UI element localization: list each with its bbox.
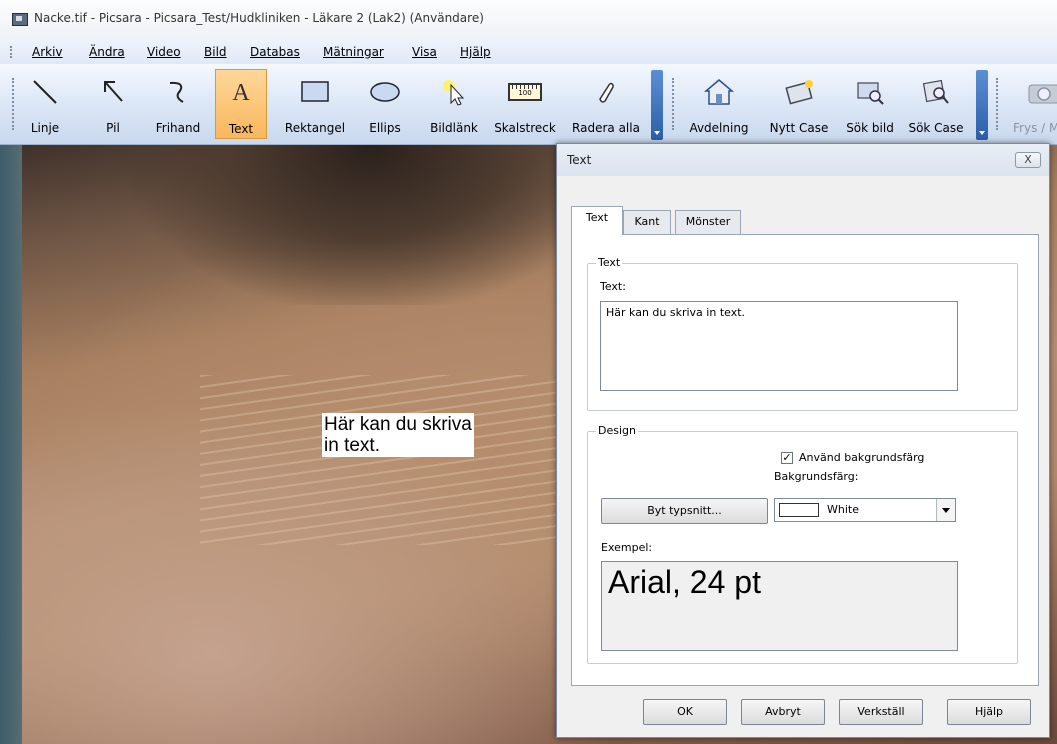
- search-image-icon: [857, 82, 884, 105]
- text-annotation[interactable]: Här kan du skriva in text.: [322, 413, 474, 457]
- freeze-button[interactable]: Frys / M: [1003, 69, 1057, 139]
- tool-image-link-label: Bildlänk: [430, 121, 478, 135]
- example-label: Exempel:: [601, 541, 653, 554]
- tool-image-link-button[interactable]: Bildlänk: [424, 69, 484, 139]
- new-case-button[interactable]: Nytt Case: [762, 69, 836, 139]
- image-link-icon: [443, 80, 465, 106]
- search-case-icon: [922, 79, 949, 104]
- new-case-icon: [785, 80, 813, 105]
- tool-arrow-label: Pil: [106, 121, 120, 135]
- menu-arkiv[interactable]: Arkiv: [32, 45, 63, 59]
- toolbar-grip: [12, 78, 16, 130]
- dialog-title: Text: [567, 153, 592, 167]
- tool-rectangle-label: Rektangel: [284, 121, 346, 135]
- tab-panel: Text Text: Här kan du skriva in text. De…: [571, 234, 1039, 686]
- photo-skin-lines: [200, 375, 600, 545]
- use-background-label: Använd bakgrundsfärg: [799, 451, 925, 464]
- toolbar-overflow-button[interactable]: [651, 70, 663, 140]
- tool-rectangle-button[interactable]: Rektangel: [281, 69, 349, 139]
- dialog-close-button[interactable]: X: [1015, 152, 1041, 168]
- checkmark-icon: ✓: [782, 451, 792, 464]
- search-case-label: Sök Case: [908, 121, 964, 135]
- menu-video[interactable]: Video: [147, 45, 181, 59]
- text-input-area[interactable]: Här kan du skriva in text.: [600, 301, 958, 391]
- menu-hjalp[interactable]: Hjälp: [460, 45, 491, 59]
- window-title: Nacke.tif - Picsara - Picsara_Test/Hudkl…: [34, 11, 484, 25]
- search-case-button[interactable]: Sök Case: [904, 69, 968, 139]
- scale-bar-icon: 100: [508, 77, 542, 107]
- tool-freehand-button[interactable]: Frihand: [150, 69, 206, 139]
- color-swatch: [779, 503, 819, 517]
- tool-scale-bar-button[interactable]: 100 Skalstreck: [490, 69, 560, 139]
- text-icon: A: [232, 80, 250, 106]
- tool-freehand-label: Frihand: [155, 121, 201, 135]
- menu-databas[interactable]: Databas: [250, 45, 300, 59]
- menubar-grip: [10, 46, 14, 58]
- menu-matningar[interactable]: Mätningar: [323, 45, 384, 59]
- window-titlebar: Nacke.tif - Picsara - Picsara_Test/Hudkl…: [0, 0, 1057, 40]
- font-preview: Arial, 24 pt: [601, 561, 958, 651]
- rectangle-icon: [301, 81, 329, 102]
- tab-border[interactable]: Kant: [623, 210, 671, 234]
- tool-text-button[interactable]: A Text: [215, 69, 267, 139]
- background-color-select[interactable]: White: [774, 498, 956, 522]
- tool-text-label: Text: [228, 122, 254, 136]
- change-font-button[interactable]: Byt typsnitt...: [601, 498, 768, 524]
- app-icon: [12, 13, 28, 26]
- new-case-label: Nytt Case: [769, 121, 829, 135]
- apply-button[interactable]: Verkställ: [839, 699, 923, 725]
- arrow-icon: [104, 81, 123, 102]
- cancel-button[interactable]: Avbryt: [741, 699, 825, 725]
- department-label: Avdelning: [689, 121, 749, 135]
- department-icon: [703, 79, 735, 105]
- design-group-legend: Design: [596, 424, 638, 437]
- freeze-label: Frys / M: [1013, 121, 1057, 135]
- tool-line-button[interactable]: Linje: [22, 69, 68, 139]
- camera-icon: [1028, 84, 1057, 104]
- freehand-icon: [169, 81, 184, 103]
- chevron-down-icon[interactable]: [936, 499, 955, 521]
- text-field-label: Text:: [600, 280, 626, 293]
- text-groupbox: Text Text: Här kan du skriva in text.: [587, 256, 1018, 411]
- use-background-checkbox[interactable]: ✓: [781, 452, 793, 464]
- tool-scale-bar-label: Skalstreck: [494, 121, 556, 135]
- ellipse-icon: [370, 82, 400, 102]
- scale-bar-value: 100: [518, 89, 532, 97]
- tool-clear-all-label: Radera alla: [572, 121, 640, 135]
- text-dialog: Text X Text Kant Mönster Text Text: Här …: [556, 143, 1050, 738]
- toolbar-overflow-button-2[interactable]: [976, 70, 988, 140]
- menu-visa[interactable]: Visa: [412, 45, 437, 59]
- toolbar-grip-3: [996, 78, 1000, 130]
- toolbar-grip-2: [672, 78, 676, 130]
- photo-background-edge: [0, 145, 22, 744]
- tab-text[interactable]: Text: [571, 206, 623, 235]
- design-groupbox: Design ✓ Använd bakgrundsfärg Bakgrundsf…: [587, 424, 1018, 664]
- toolbar: Linje Pil Frihand A Text Rektangel Ellip…: [0, 64, 1057, 145]
- tab-pattern[interactable]: Mönster: [675, 210, 741, 234]
- close-icon: X: [1024, 153, 1032, 166]
- department-button[interactable]: Avdelning: [682, 69, 756, 139]
- background-color-value: White: [827, 503, 859, 516]
- background-color-label: Bakgrundsfärg:: [774, 470, 859, 483]
- menu-bild[interactable]: Bild: [204, 45, 227, 59]
- eraser-icon: [599, 82, 614, 103]
- text-group-legend: Text: [596, 256, 623, 269]
- tool-arrow-button[interactable]: Pil: [90, 69, 136, 139]
- line-icon: [33, 80, 57, 104]
- tool-clear-all-button[interactable]: Radera alla: [568, 69, 644, 139]
- dialog-titlebar[interactable]: Text X: [557, 144, 1049, 176]
- tool-line-label: Linje: [30, 121, 60, 135]
- help-button[interactable]: Hjälp: [947, 699, 1031, 725]
- menu-bar: Arkiv Ändra Video Bild Databas Mätningar…: [0, 40, 1057, 65]
- search-image-button[interactable]: Sök bild: [840, 69, 900, 139]
- tool-ellipse-label: Ellips: [369, 121, 401, 135]
- photo-hair-region: [130, 145, 610, 305]
- tool-ellipse-button[interactable]: Ellips: [360, 69, 410, 139]
- menu-andra[interactable]: Ändra: [89, 45, 125, 59]
- ok-button[interactable]: OK: [643, 699, 727, 725]
- search-image-label: Sök bild: [846, 121, 894, 135]
